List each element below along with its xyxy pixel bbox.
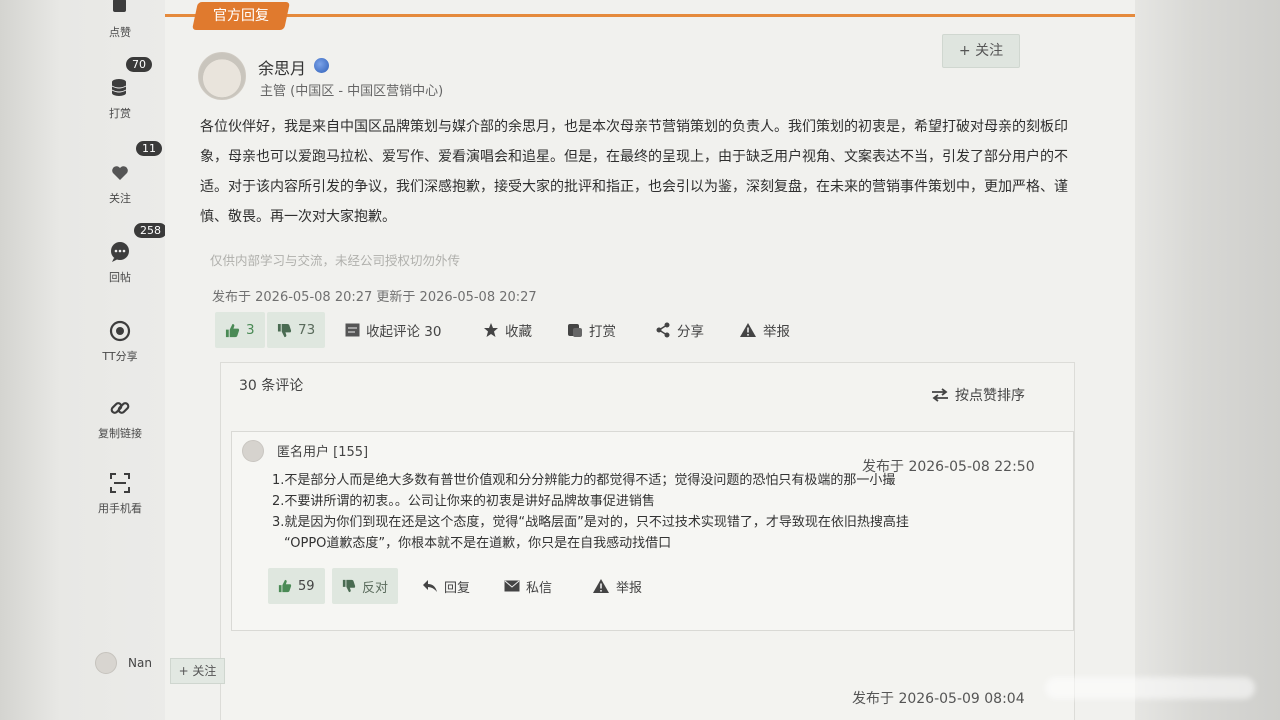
author-name[interactable]: 余思月 [258,55,306,79]
rail-label-tt-share: TT分享 [102,350,138,363]
comment-line: 1.不是部分人而是绝大多数有普世价值观和分分辨能力的都觉得不适；觉得没问题的恐怕… [272,473,896,488]
favorite-label: 收藏 [505,324,532,340]
rail-item-mobile[interactable]: 用手机看 [80,472,160,516]
share-target-icon [109,320,131,342]
commenter-avatar[interactable] [95,652,117,674]
comment-reply-label: 回复 [444,580,471,596]
coin-stack-icon [568,324,582,337]
rail-item-follow[interactable]: 关注 [80,162,160,206]
thumbs-up-icon [278,579,292,593]
star-icon [484,323,498,337]
warning-icon [593,579,609,593]
report-label: 举报 [763,324,790,340]
reply-arrow-icon [423,580,437,592]
comment-line: “OPPO道歉态度”，你根本就不是在道歉，你只是在自我感动找借口 [284,536,672,551]
favorite-button[interactable]: 收藏 [483,312,532,348]
commenter-name[interactable]: Nan [128,656,152,670]
collapse-comments-button[interactable]: 收起评论 30 [345,312,441,348]
commenter-name[interactable]: 匿名用户 [155] [277,441,368,460]
reward-label: 打赏 [589,324,616,340]
scan-icon [109,472,131,494]
rail-label-like: 点赞 [109,26,131,39]
official-reply-tab: 官方回复 [192,2,290,30]
comment-message-label: 私信 [526,580,553,596]
comment-item: 匿名用户 [155] 发布于 2026-05-08 22:50 1.不是部分人而… [231,431,1074,631]
thumbs-down-icon [277,323,292,337]
card-accent-line [165,14,1135,17]
follow-author-button[interactable]: + 关注 [942,34,1020,68]
post-action-bar: 3 73 收起评论 30 收藏 打赏 分享 举报 [215,312,915,348]
publish-info: 发布于 2026-05-08 20:27 更新于 2026-05-08 20:2… [212,290,537,305]
rail-label-reward: 打赏 [109,107,131,120]
author-role: 主管 (中国区 - 中国区营销中心) [260,84,444,99]
post-body: 各位伙伴好，我是来自中国区品牌策划与媒介部的余思月，也是本次母亲节营销策划的负责… [200,119,1068,225]
left-action-rail: 点赞 70 打赏 11 关注 258 回帖 TT分享 复制链接 用手机看 [80,0,167,720]
upvote-button[interactable]: 3 [215,312,265,348]
watermark-blur [1045,677,1255,699]
link-icon [109,397,131,419]
comment-message-button[interactable]: 私信 [504,568,552,604]
follow-count-badge: 258 [134,223,167,238]
heart-icon [109,162,131,184]
comment-upvote-count: 59 [298,578,315,594]
comment-report-label: 举报 [616,580,643,596]
thumbs-up-icon [109,0,131,18]
coin-stack-icon [109,77,131,99]
downvote-count: 73 [298,322,316,338]
internal-disclaimer: 仅供内部学习与交流，未经公司授权切勿外传 [210,253,461,268]
verified-badge-icon [314,58,329,73]
upvote-count: 3 [246,322,255,338]
envelope-icon [504,580,520,592]
report-button[interactable]: 举报 [739,312,790,348]
official-reply-card: 官方回复 + 关注 余思月 主管 (中国区 - 中国区营销中心) 各位伙伴好，我… [165,0,1135,720]
sort-by-likes-button[interactable]: 按点赞排序 [931,385,1025,405]
comments-panel: 30 条评论 按点赞排序 匿名用户 [155] 发布于 2026-05-08 2… [220,362,1075,720]
comments-header: 30 条评论 按点赞排序 [221,363,1074,421]
comment-box-icon [345,323,360,337]
rail-label-mobile: 用手机看 [98,502,142,515]
monitor-edge [1135,0,1280,720]
rail-item-tt-share[interactable]: TT分享 [80,320,160,364]
comment-report-button[interactable]: 举报 [592,568,642,604]
author-avatar[interactable] [198,52,246,100]
reward-count-badge: 11 [136,141,162,156]
comment-body: 1.不是部分人而是绝大多数有普世价值观和分分辨能力的都觉得不适；觉得没问题的恐怕… [272,470,1052,554]
rail-item-copy-link[interactable]: 复制链接 [80,397,160,441]
comment-oppose-button[interactable]: 反对 [332,568,399,604]
downvote-button[interactable]: 73 [267,312,326,348]
rail-label-follow: 关注 [109,192,131,205]
sort-label: 按点赞排序 [955,388,1025,404]
share-icon [656,322,670,338]
reward-button[interactable]: 打赏 [567,312,616,348]
commenter-avatar[interactable] [242,440,264,462]
rail-item-reward[interactable]: 打赏 [80,77,160,121]
comment-line: 2.不要讲所谓的初衷。。公司让你来的初衷是讲好品牌故事促进销售 [272,494,655,509]
share-button[interactable]: 分享 [655,312,704,348]
comment-action-bar: 59 反对 回复 私信 举报 [268,568,872,604]
comment-count: 30 条评论 [239,378,304,394]
comment-oppose-label: 反对 [362,580,389,596]
comment-upvote-button[interactable]: 59 [268,568,325,604]
comment-timestamp: 发布于 2026-05-09 08:04 [852,691,1025,707]
rail-label-copy-link: 复制链接 [98,427,142,440]
like-count-badge: 70 [126,57,152,72]
warning-icon [740,323,756,337]
sort-arrows-icon [932,388,948,402]
official-reply-tab-label: 官方回复 [213,8,269,24]
rail-item-like[interactable]: 点赞 [80,0,160,40]
follow-commenter-button[interactable]: + 关注 [170,658,225,684]
comment-line: 3.就是因为你们到现在还是这个态度，觉得“战略层面”是对的，只不过技术实现错了，… [272,515,909,530]
chat-bubble-icon [109,241,131,263]
thumbs-up-icon [225,323,240,337]
share-label: 分享 [677,324,704,340]
comment-reply-button[interactable]: 回复 [422,568,470,604]
rail-item-reply[interactable]: 回帖 [80,241,160,285]
collapse-comments-label: 收起评论 30 [366,324,442,340]
rail-label-reply: 回帖 [109,271,131,284]
thumbs-down-icon [342,579,356,593]
